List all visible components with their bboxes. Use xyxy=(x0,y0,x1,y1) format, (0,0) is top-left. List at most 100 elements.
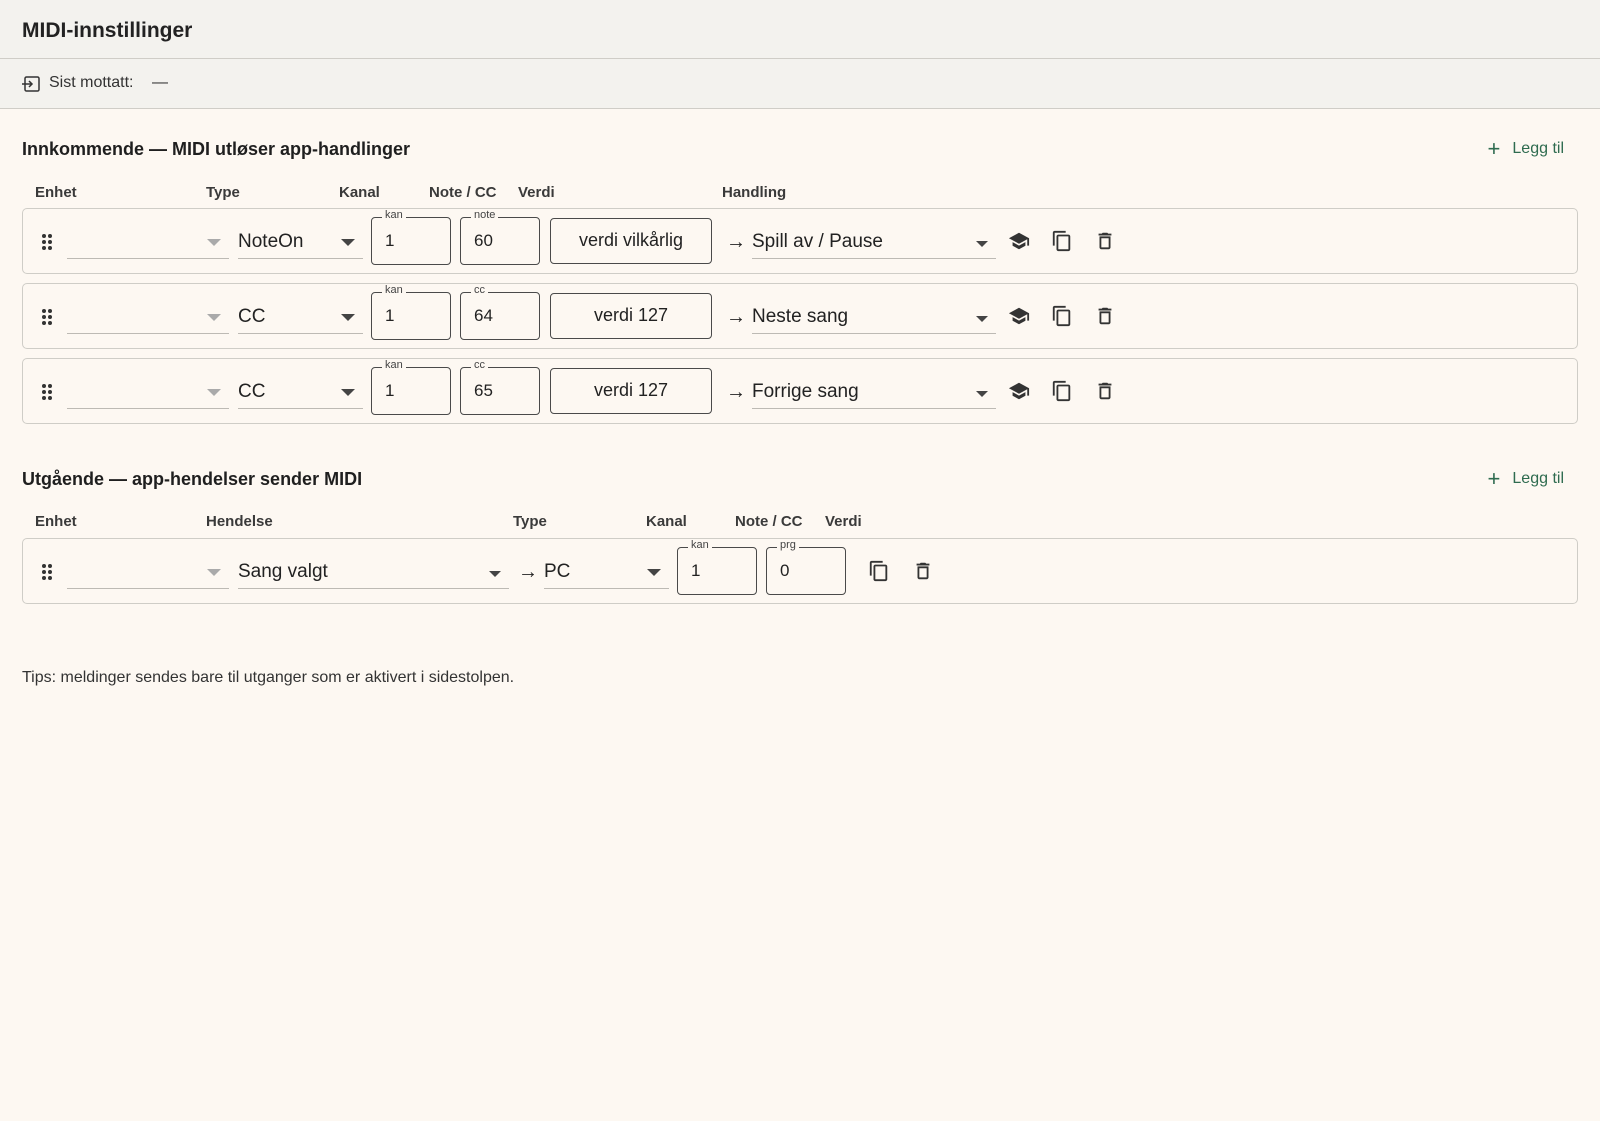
action-select-value: Neste sang xyxy=(752,306,849,327)
column-header-action: Handling xyxy=(722,184,787,201)
graduation-cap-icon[interactable] xyxy=(1008,380,1030,402)
cc-input[interactable]: cc 65 xyxy=(460,359,540,415)
type-select-value: PC xyxy=(544,561,571,582)
channel-value: 1 xyxy=(691,561,701,580)
cc-legend: cc xyxy=(471,359,488,371)
input-icon xyxy=(22,76,40,92)
column-header-type: Type xyxy=(206,184,240,201)
channel-legend: kan xyxy=(688,539,712,551)
column-header-channel: Kanal xyxy=(339,184,380,201)
tip-text: Tips: meldinger sendes bare til utganger… xyxy=(22,669,515,686)
arrow-right-icon: → xyxy=(518,561,538,583)
column-header-note-cc: Note / CC xyxy=(735,513,803,530)
channel-value: 1 xyxy=(385,381,395,400)
column-header-type: Type xyxy=(513,513,547,530)
program-value: 0 xyxy=(780,561,790,580)
program-input[interactable]: prg 0 xyxy=(766,539,846,595)
trash-icon[interactable] xyxy=(1094,305,1116,327)
incoming-add-button[interactable]: + Legg til xyxy=(1487,136,1564,161)
note-input[interactable]: note 60 xyxy=(460,209,540,265)
note-value: 60 xyxy=(474,231,493,250)
chevron-down-icon xyxy=(647,569,661,576)
add-button-label: Legg til xyxy=(1512,140,1564,157)
chevron-down-icon xyxy=(207,314,221,321)
plus-icon: + xyxy=(1487,466,1501,491)
action-select[interactable]: Neste sang xyxy=(752,306,996,334)
channel-input[interactable]: kan 1 xyxy=(677,539,757,595)
chevron-down-icon xyxy=(341,389,355,396)
channel-legend: kan xyxy=(382,209,406,221)
last-received-value: — xyxy=(152,74,168,91)
drag-handle-icon[interactable] xyxy=(41,383,53,401)
incoming-section-title: Innkommende — MIDI utløser app-handlinge… xyxy=(22,139,411,159)
chevron-down-icon xyxy=(976,391,988,397)
event-select-value: Sang valgt xyxy=(238,561,328,582)
drag-handle-icon[interactable] xyxy=(41,233,53,251)
copy-icon[interactable] xyxy=(1051,230,1073,252)
cc-legend: cc xyxy=(471,284,488,296)
cc-value: 65 xyxy=(474,381,493,400)
chevron-down-icon xyxy=(207,389,221,396)
channel-legend: kan xyxy=(382,359,406,371)
event-select[interactable]: Sang valgt xyxy=(238,561,509,589)
action-select-value: Forrige sang xyxy=(752,381,859,402)
value-button[interactable]: verdi 127 xyxy=(550,368,712,414)
device-select[interactable] xyxy=(67,306,229,334)
last-received-label: Sist mottatt: xyxy=(49,74,134,91)
column-header-device: Enhet xyxy=(35,184,77,201)
column-header-value: Verdi xyxy=(518,184,555,201)
graduation-cap-icon[interactable] xyxy=(1008,230,1030,252)
arrow-right-icon: → xyxy=(726,306,746,328)
channel-value: 1 xyxy=(385,306,395,325)
drag-handle-icon[interactable] xyxy=(41,308,53,326)
channel-legend: kan xyxy=(382,284,406,296)
program-legend: prg xyxy=(777,539,799,551)
plus-icon: + xyxy=(1487,136,1501,161)
device-select[interactable] xyxy=(67,381,229,409)
channel-input[interactable]: kan 1 xyxy=(371,209,451,265)
outgoing-add-button[interactable]: + Legg til xyxy=(1487,466,1564,491)
channel-input[interactable]: kan 1 xyxy=(371,359,451,415)
type-select-value: CC xyxy=(238,306,266,327)
channel-value: 1 xyxy=(385,231,395,250)
action-select[interactable]: Forrige sang xyxy=(752,381,996,409)
action-select[interactable]: Spill av / Pause xyxy=(752,231,996,259)
value-button[interactable]: verdi 127 xyxy=(550,293,712,339)
chevron-down-icon xyxy=(207,239,221,246)
chevron-down-icon xyxy=(976,316,988,322)
copy-icon[interactable] xyxy=(868,560,890,582)
type-select-value: CC xyxy=(238,381,266,402)
incoming-row: CC kan 1 cc 65 verdi 127 → Forrige sang xyxy=(22,358,1578,424)
type-select[interactable]: CC xyxy=(238,306,363,334)
type-select[interactable]: CC xyxy=(238,381,363,409)
chevron-down-icon xyxy=(341,239,355,246)
channel-input[interactable]: kan 1 xyxy=(371,284,451,340)
graduation-cap-icon[interactable] xyxy=(1008,305,1030,327)
type-select[interactable]: NoteOn xyxy=(238,231,363,259)
column-header-device: Enhet xyxy=(35,513,77,530)
type-select-value: NoteOn xyxy=(238,231,304,252)
arrow-right-icon: → xyxy=(726,381,746,403)
column-header-channel: Kanal xyxy=(646,513,687,530)
trash-icon[interactable] xyxy=(1094,230,1116,252)
cc-value: 64 xyxy=(474,306,493,325)
copy-icon[interactable] xyxy=(1051,305,1073,327)
column-header-event: Hendelse xyxy=(206,513,273,530)
type-select[interactable]: PC xyxy=(544,561,669,589)
action-select-value: Spill av / Pause xyxy=(752,231,883,252)
outgoing-section-title: Utgående — app-hendelser sender MIDI xyxy=(22,469,363,489)
device-select[interactable] xyxy=(67,231,229,259)
page-title: MIDI-innstillinger xyxy=(22,19,193,42)
value-button[interactable]: verdi vilkårlig xyxy=(550,218,712,264)
copy-icon[interactable] xyxy=(1051,380,1073,402)
status-bar: Sist mottatt: — xyxy=(0,59,1600,109)
trash-icon[interactable] xyxy=(912,560,934,582)
trash-icon[interactable] xyxy=(1094,380,1116,402)
title-bar: MIDI-innstillinger xyxy=(0,0,1600,59)
device-select[interactable] xyxy=(67,561,229,589)
chevron-down-icon xyxy=(976,241,988,247)
drag-handle-icon[interactable] xyxy=(41,563,53,581)
column-header-value: Verdi xyxy=(825,513,862,530)
chevron-down-icon xyxy=(341,314,355,321)
cc-input[interactable]: cc 64 xyxy=(460,284,540,340)
